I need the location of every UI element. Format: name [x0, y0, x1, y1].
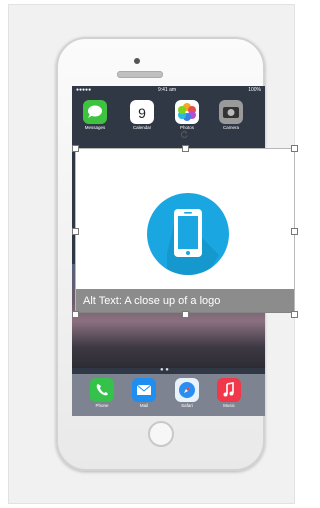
app-messages[interactable]: Messages — [81, 100, 109, 130]
page-indicator: ● ● — [160, 367, 169, 373]
camera-icon — [219, 100, 243, 124]
phone-icon — [90, 378, 114, 402]
music-icon — [217, 378, 241, 402]
status-time: 9:41 am — [158, 87, 177, 93]
battery-level: 100% — [248, 87, 261, 93]
app-music[interactable]: Music — [215, 378, 243, 408]
resize-handle-bottom[interactable] — [182, 311, 189, 318]
app-label: Music — [223, 403, 235, 408]
signal-indicator: ●●●●● — [76, 87, 92, 93]
photos-icon — [175, 100, 199, 124]
earpiece-speaker — [117, 71, 163, 78]
app-label: Messages — [84, 125, 106, 130]
rotate-handle-icon[interactable] — [180, 126, 189, 139]
resize-handle-bottom-right[interactable] — [291, 311, 298, 318]
smartphone-logo-icon — [147, 193, 229, 275]
dock: Phone Mail Safari Music — [72, 374, 265, 416]
calendar-icon: 9 — [130, 100, 154, 124]
resize-handle-left[interactable] — [72, 228, 79, 235]
resize-handle-right[interactable] — [291, 228, 298, 235]
app-phone[interactable]: Phone — [88, 378, 116, 408]
app-label: Camera — [222, 125, 239, 130]
app-label: Phone — [95, 403, 109, 408]
selected-picture[interactable]: Alt Text: A close up of a logo — [75, 148, 295, 313]
resize-handle-top-right[interactable] — [291, 145, 298, 152]
app-label: Safari — [181, 403, 193, 408]
resize-handle-bottom-left[interactable] — [72, 311, 79, 318]
app-label: Mail — [139, 403, 149, 408]
mail-icon — [132, 378, 156, 402]
messages-icon — [83, 100, 107, 124]
calendar-day: 9 — [138, 105, 146, 121]
app-mail[interactable]: Mail — [130, 378, 158, 408]
alt-text-banner: Alt Text: A close up of a logo — [76, 289, 294, 313]
resize-handle-top[interactable] — [182, 145, 189, 152]
app-calendar[interactable]: 9 Calendar — [128, 100, 156, 130]
resize-handle-top-left[interactable] — [72, 145, 79, 152]
app-safari[interactable]: Safari — [173, 378, 201, 408]
status-bar: ●●●●● 9:41 am 100% — [72, 86, 265, 95]
safari-icon — [175, 378, 199, 402]
front-camera-icon — [134, 58, 140, 64]
app-label: Calendar — [132, 125, 152, 130]
app-camera[interactable]: Camera — [217, 100, 245, 130]
home-button — [148, 421, 174, 447]
